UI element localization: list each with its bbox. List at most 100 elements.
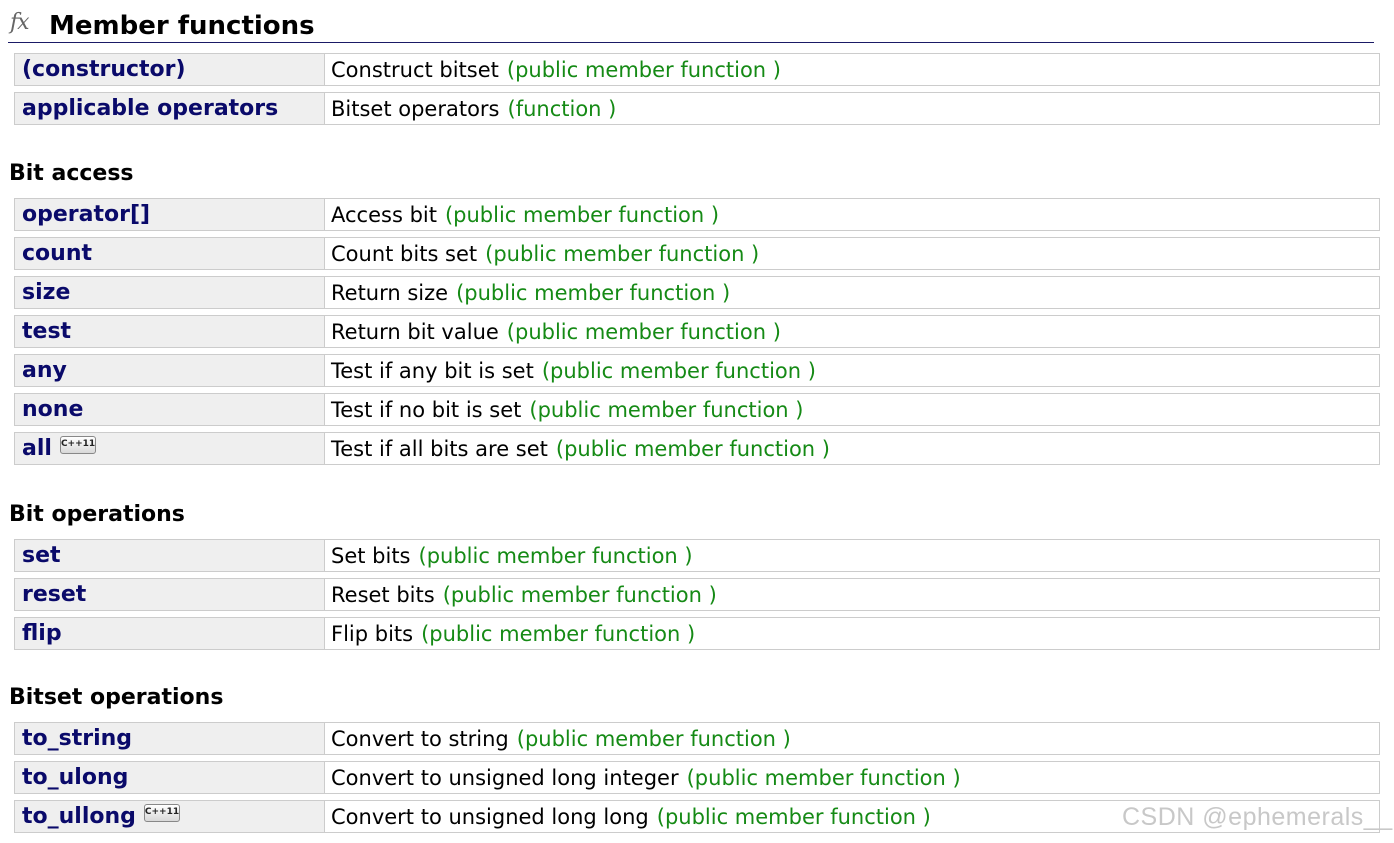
member-name: test bbox=[22, 319, 72, 344]
member-kind: (public member function ) bbox=[485, 241, 760, 266]
member-link[interactable]: flip bbox=[15, 618, 325, 649]
table-row: any Test if any bit is set (public member… bbox=[14, 354, 1380, 387]
member-link[interactable]: none bbox=[15, 394, 325, 425]
member-kind: (public member function ) bbox=[529, 397, 804, 422]
member-description: Test if no bit is set (public member func… bbox=[325, 394, 1379, 425]
cpp11-badge-icon: C++11 bbox=[59, 435, 96, 454]
description-text: Test if no bit is set bbox=[331, 397, 522, 422]
table-row: test Return bit value (public member func… bbox=[14, 315, 1380, 348]
member-description: Test if all bits are set (public member f… bbox=[325, 433, 1379, 464]
member-kind: (public member function ) bbox=[506, 319, 781, 344]
member-link[interactable]: test bbox=[15, 316, 325, 347]
member-name: operator[] bbox=[22, 202, 151, 227]
description-text: Reset bits bbox=[331, 582, 435, 607]
description-text: Convert to unsigned long long bbox=[331, 804, 649, 829]
description-text: Convert to unsigned long integer bbox=[331, 765, 679, 790]
member-name: to_ulong bbox=[22, 765, 129, 790]
section-header: fx Member functions bbox=[8, 6, 1374, 43]
member-kind: (public member function ) bbox=[686, 765, 961, 790]
page-title: Member functions bbox=[49, 11, 315, 41]
member-description: Reset bits (public member function ) bbox=[325, 579, 1379, 610]
member-description: Bitset operators (function ) bbox=[325, 93, 1379, 124]
member-description: Return bit value (public member function … bbox=[325, 316, 1379, 347]
member-name: any bbox=[22, 358, 67, 383]
member-name: count bbox=[22, 241, 92, 266]
table-row: reset Reset bits (public member function … bbox=[14, 578, 1380, 611]
member-kind: (public member function ) bbox=[555, 436, 830, 461]
member-description: Set bits (public member function ) bbox=[325, 540, 1379, 571]
member-name: reset bbox=[22, 582, 87, 607]
description-text: Count bits set bbox=[331, 241, 478, 266]
fx-icon: fx bbox=[10, 10, 30, 35]
description-text: Convert to string bbox=[331, 726, 509, 751]
member-table-bit-operations: set Set bits (public member function ) re… bbox=[14, 539, 1380, 656]
member-kind: (public member function ) bbox=[442, 582, 717, 607]
table-row: all C++11 Test if all bits are set (public… bbox=[14, 432, 1380, 465]
member-kind: (function ) bbox=[507, 96, 617, 121]
member-link[interactable]: reset bbox=[15, 579, 325, 610]
member-description: Test if any bit is set (public member fun… bbox=[325, 355, 1379, 386]
member-description: Convert to unsigned long integer (public … bbox=[325, 762, 1379, 793]
description-text: Test if all bits are set bbox=[331, 436, 548, 461]
member-kind: (public member function ) bbox=[506, 57, 781, 82]
member-link[interactable]: any bbox=[15, 355, 325, 386]
description-text: Return bit value bbox=[331, 319, 499, 344]
member-link[interactable]: applicable operators bbox=[15, 93, 325, 124]
description-text: Access bit bbox=[331, 202, 437, 227]
member-kind: (public member function ) bbox=[541, 358, 816, 383]
member-link[interactable]: to_ulong bbox=[15, 762, 325, 793]
member-name: to_ullong bbox=[22, 804, 136, 829]
description-text: Set bits bbox=[331, 543, 411, 568]
cpp11-badge-icon: C++11 bbox=[143, 803, 180, 822]
member-kind: (public member function ) bbox=[421, 621, 696, 646]
member-kind: (public member function ) bbox=[456, 280, 731, 305]
table-row: flip Flip bits (public member function ) bbox=[14, 617, 1380, 650]
member-link[interactable]: operator[] bbox=[15, 199, 325, 230]
member-kind: (public member function ) bbox=[418, 543, 693, 568]
description-text: Test if any bit is set bbox=[331, 358, 534, 383]
member-description: Access bit (public member function ) bbox=[325, 199, 1379, 230]
member-description: Construct bitset (public member function … bbox=[325, 54, 1379, 85]
member-link[interactable]: count bbox=[15, 238, 325, 269]
section-heading-bit-access: Bit access bbox=[9, 161, 134, 186]
table-row: applicable operators Bitset operators (fu… bbox=[14, 92, 1380, 125]
description-text: Bitset operators bbox=[331, 96, 500, 121]
description-text: Construct bitset bbox=[331, 57, 499, 82]
member-description: Count bits set (public member function ) bbox=[325, 238, 1379, 269]
member-kind: (public member function ) bbox=[656, 804, 931, 829]
member-kind: (public member function ) bbox=[444, 202, 720, 227]
member-link[interactable]: (constructor) bbox=[15, 54, 325, 85]
member-link[interactable]: set bbox=[15, 540, 325, 571]
table-row: set Set bits (public member function ) bbox=[14, 539, 1380, 572]
member-description: Flip bits (public member function ) bbox=[325, 618, 1379, 649]
member-link[interactable]: to_string bbox=[15, 723, 325, 754]
member-name: size bbox=[22, 280, 71, 305]
member-table-bit-access: operator[] Access bit (public member func… bbox=[14, 198, 1380, 471]
member-table-general: (constructor) Construct bitset (public me… bbox=[14, 53, 1380, 131]
table-row: count Count bits set (public member funct… bbox=[14, 237, 1380, 270]
table-row: none Test if no bit is set (public member… bbox=[14, 393, 1380, 426]
section-heading-bit-operations: Bit operations bbox=[9, 502, 185, 527]
member-name: applicable operators bbox=[22, 96, 279, 121]
description-text: Flip bits bbox=[331, 621, 414, 646]
watermark: CSDN @ephemerals__ bbox=[1122, 803, 1393, 831]
section-heading-bitset-operations: Bitset operations bbox=[9, 685, 224, 710]
member-link[interactable]: all C++11 bbox=[15, 433, 325, 464]
table-row: size Return size (public member function … bbox=[14, 276, 1380, 309]
member-link[interactable]: to_ullong C++11 bbox=[15, 801, 325, 832]
table-row: (constructor) Construct bitset (public me… bbox=[14, 53, 1380, 86]
member-name: none bbox=[22, 397, 84, 422]
member-name: to_string bbox=[22, 726, 133, 751]
member-name: all bbox=[22, 436, 52, 461]
member-name: (constructor) bbox=[22, 57, 186, 82]
member-kind: (public member function ) bbox=[516, 726, 791, 751]
member-description: Convert to string (public member function… bbox=[325, 723, 1379, 754]
member-name: flip bbox=[22, 621, 62, 646]
table-row: operator[] Access bit (public member func… bbox=[14, 198, 1380, 231]
table-row: to_ulong Convert to unsigned long intege… bbox=[14, 761, 1380, 794]
member-name: set bbox=[22, 543, 61, 568]
member-link[interactable]: size bbox=[15, 277, 325, 308]
member-description: Return size (public member function ) bbox=[325, 277, 1379, 308]
table-row: to_string Convert to string (public membe… bbox=[14, 722, 1380, 755]
description-text: Return size bbox=[331, 280, 449, 305]
